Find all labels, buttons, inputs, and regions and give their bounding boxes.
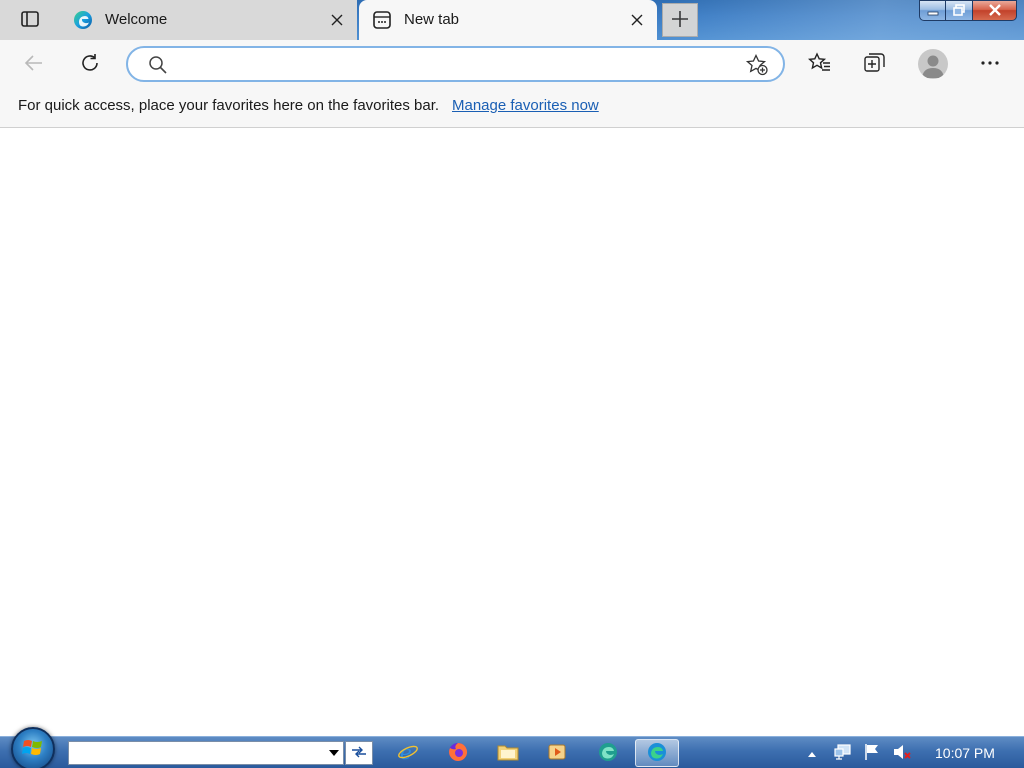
refresh-button[interactable]	[74, 48, 106, 80]
browser-title-bar: Welcome New tab	[0, 0, 1024, 40]
taskbar-edge-beta[interactable]	[586, 739, 630, 767]
browser-toolbar	[0, 40, 1024, 88]
taskbar-internet-explorer[interactable]: e	[386, 739, 430, 767]
restore-button[interactable]	[946, 0, 973, 21]
tab-actions-menu-button[interactable]	[0, 0, 60, 40]
new-tab-page-icon	[371, 9, 393, 31]
taskbar-clock[interactable]: 10:07 PM	[935, 745, 995, 761]
tab-new-tab[interactable]: New tab	[359, 0, 657, 40]
address-input[interactable]	[176, 52, 736, 76]
tab-actions-icon	[20, 9, 40, 32]
close-tab-icon[interactable]	[627, 10, 647, 30]
collections-button[interactable]	[859, 48, 891, 80]
minimize-button[interactable]	[919, 0, 946, 21]
ellipsis-icon	[979, 52, 1001, 77]
volume-muted-icon	[892, 743, 912, 764]
flag-icon	[863, 743, 881, 764]
favorites-bar: For quick access, place your favorites h…	[0, 88, 1024, 128]
start-button[interactable]	[11, 727, 55, 768]
back-button[interactable]	[18, 48, 50, 80]
tab-title: Welcome	[105, 11, 168, 28]
favorites-bar-message: For quick access, place your favorites h…	[18, 97, 440, 114]
taskbar-media-player[interactable]	[535, 739, 579, 767]
user-silhouette-icon	[922, 55, 944, 78]
tray-network[interactable]	[832, 743, 854, 763]
tab-title: New tab	[404, 11, 460, 28]
address-bar[interactable]	[126, 46, 785, 82]
edge-logo-icon	[646, 741, 668, 766]
taskbar-edge[interactable]	[635, 739, 679, 767]
add-favorite-icon[interactable]	[745, 53, 769, 79]
tray-volume[interactable]	[891, 743, 913, 763]
close-window-button[interactable]	[973, 0, 1017, 21]
taskbar-address-field[interactable]	[68, 741, 344, 765]
tray-action-center[interactable]	[861, 743, 883, 763]
favorites-star-list-icon	[807, 51, 832, 77]
go-arrows-icon	[350, 745, 368, 762]
favorites-button[interactable]	[804, 48, 836, 80]
search-icon	[148, 55, 168, 78]
media-player-icon	[546, 741, 568, 766]
firefox-icon	[447, 741, 469, 766]
back-arrow-icon	[23, 52, 45, 77]
edge-logo-icon	[72, 9, 94, 31]
tab-welcome[interactable]: Welcome	[60, 0, 357, 40]
taskbar-go-button[interactable]	[345, 741, 373, 765]
close-icon	[988, 3, 1002, 19]
taskbar-firefox[interactable]	[436, 739, 480, 767]
collections-icon	[863, 52, 887, 77]
plus-icon	[670, 9, 690, 32]
profile-avatar[interactable]	[918, 49, 948, 79]
manage-favorites-link[interactable]: Manage favorites now	[452, 97, 599, 114]
settings-more-button[interactable]	[974, 48, 1006, 80]
folder-icon	[497, 741, 519, 766]
network-icon	[833, 743, 853, 764]
restore-icon	[953, 3, 965, 19]
taskbar: e 10:07 PM	[0, 727, 1024, 768]
show-hidden-icons-button[interactable]	[801, 743, 823, 763]
page-content	[0, 128, 1024, 736]
taskbar-file-explorer[interactable]	[486, 739, 530, 767]
new-tab-button[interactable]	[662, 3, 698, 37]
windows-logo-icon	[22, 737, 44, 762]
close-tab-icon[interactable]	[327, 10, 347, 30]
edge-beta-icon	[597, 741, 619, 766]
chevron-up-icon	[807, 745, 817, 761]
taskbar-address-input[interactable]	[73, 744, 323, 762]
refresh-icon	[79, 52, 101, 77]
internet-explorer-icon: e	[397, 740, 419, 766]
minimize-icon	[927, 3, 939, 19]
dropdown-arrow-icon[interactable]	[329, 750, 339, 756]
window-controls	[919, 0, 1017, 22]
